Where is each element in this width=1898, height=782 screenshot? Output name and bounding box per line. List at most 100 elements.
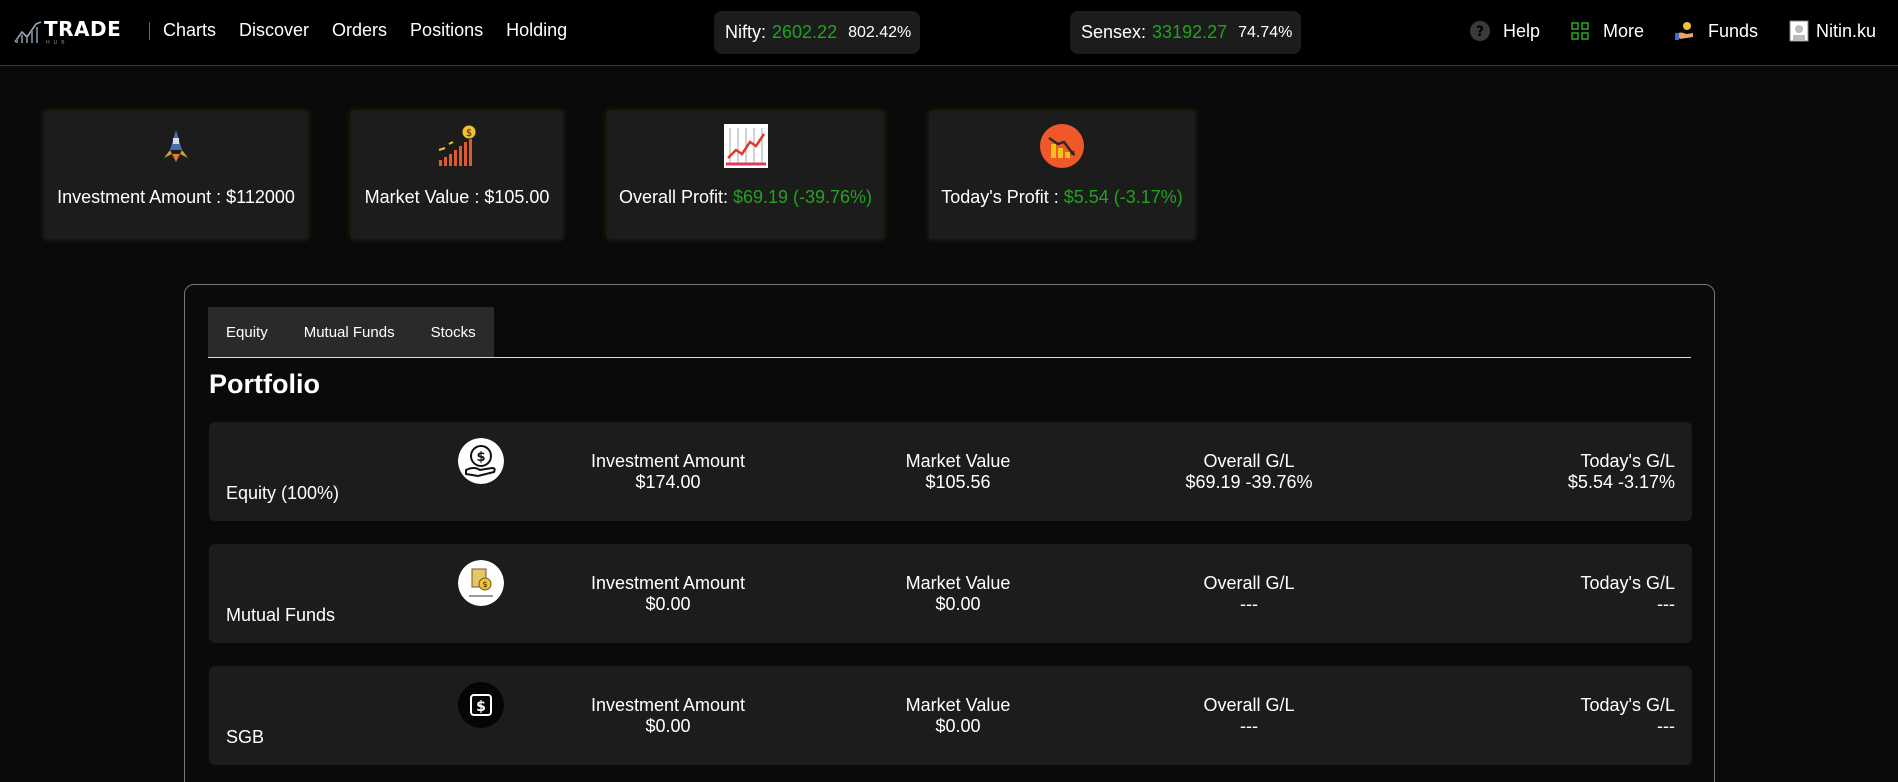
- overall-profit-text: Overall Profit: $69.19 (-39.76%): [607, 187, 884, 208]
- more-label: More: [1603, 20, 1645, 41]
- rocket-icon: [164, 130, 188, 162]
- row-name: SGB: [226, 727, 265, 747]
- portfolio-panel: Equity Mutual Funds Stocks Portfolio Equ…: [184, 284, 1715, 782]
- overall-profit-label: Overall Profit:: [618, 187, 733, 207]
- market-value-cell: Market Value $105.56: [843, 451, 1073, 493]
- nav-divider: [149, 22, 150, 40]
- svg-text:$: $: [476, 699, 486, 715]
- overall-gl-cell: Overall G/L ---: [1134, 573, 1364, 615]
- col-label: Overall G/L: [1203, 451, 1295, 471]
- col-value: $105.56: [925, 472, 991, 492]
- col-value: ---: [1240, 594, 1258, 614]
- todays-gl-cell: Today's G/L ---: [1445, 573, 1675, 615]
- brand-logo[interactable]: TRADE HUB: [14, 17, 122, 46]
- wallet-icon: [1674, 20, 1696, 42]
- portfolio-row-sgb[interactable]: SGB $ Investment Amount $0.00 Market Val…: [209, 666, 1692, 765]
- market-value-card: $ Market Value : $105.00: [351, 111, 563, 239]
- nifty-label: Nifty:: [725, 22, 767, 42]
- col-label: Overall G/L: [1203, 695, 1295, 715]
- market-value-text: Market Value : $105.00: [364, 187, 550, 207]
- help-icon: ?: [1469, 20, 1491, 42]
- todays-gl-cell: Today's G/L ---: [1445, 695, 1675, 737]
- overall-gl-cell: Overall G/L $69.19 -39.76%: [1134, 451, 1364, 493]
- col-label: Investment Amount: [590, 695, 746, 715]
- user-name: Nitin.ku: [1816, 20, 1877, 41]
- portfolio-tabs: Equity Mutual Funds Stocks: [208, 307, 494, 358]
- investment-amount-cell: Investment Amount $174.00: [553, 451, 783, 493]
- tab-stocks[interactable]: Stocks: [413, 324, 494, 341]
- sensex-value: 33192.27: [1152, 22, 1228, 42]
- col-value: $0.00: [645, 716, 691, 736]
- tab-mutual-funds[interactable]: Mutual Funds: [286, 324, 413, 341]
- nav-holding[interactable]: Holding: [506, 20, 567, 41]
- col-value: $0.00: [935, 594, 981, 614]
- svg-text:?: ?: [1476, 24, 1484, 40]
- avatar-icon: [1788, 20, 1810, 42]
- sensex-percent: 74.74%: [1238, 23, 1293, 41]
- investment-amount-text: Investment Amount : $112000: [57, 187, 295, 207]
- col-label: Market Value: [905, 451, 1011, 471]
- line-chart-icon: [723, 124, 768, 168]
- help-label: Help: [1503, 20, 1541, 41]
- col-value: ---: [1240, 716, 1258, 736]
- col-label: Today's G/L: [1580, 451, 1675, 471]
- main-nav: Charts Discover Orders Positions Holding: [163, 20, 567, 41]
- growth-bars-icon: $: [438, 124, 477, 166]
- portfolio-row-mutual-funds[interactable]: Mutual Funds $ Investment Amount $0.00 M…: [209, 544, 1692, 643]
- more-link[interactable]: More: [1569, 20, 1644, 42]
- sensex-ticker[interactable]: Sensex: 33192.27 74.74%: [1070, 11, 1301, 54]
- top-navbar: TRADE HUB Charts Discover Orders Positio…: [0, 0, 1898, 66]
- user-menu[interactable]: Nitin.ku: [1788, 20, 1876, 42]
- col-value: $174.00: [635, 472, 701, 492]
- nav-orders[interactable]: Orders: [332, 20, 387, 41]
- investment-amount-cell: Investment Amount $0.00: [553, 695, 783, 737]
- overall-profit-value: $69.19 (-39.76%): [732, 187, 873, 207]
- row-name: Equity (100%): [226, 483, 340, 503]
- portfolio-title: Portfolio: [209, 369, 320, 399]
- col-value: ---: [1657, 594, 1675, 614]
- nav-discover[interactable]: Discover: [239, 20, 309, 41]
- col-label: Investment Amount: [590, 451, 746, 471]
- nav-charts[interactable]: Charts: [163, 20, 216, 41]
- todays-profit-value: $5.54 (-3.17%): [1063, 187, 1183, 207]
- todays-gl-cell: Today's G/L $5.54 -3.17%: [1445, 451, 1675, 493]
- overall-gl-cell: Overall G/L ---: [1134, 695, 1364, 737]
- col-label: Today's G/L: [1580, 573, 1675, 593]
- todays-profit-card: Today's Profit : $5.54 (-3.17%): [929, 111, 1195, 239]
- overall-profit-card: Overall Profit: $69.19 (-39.76%): [607, 111, 884, 239]
- col-value: $5.54 -3.17%: [1567, 472, 1675, 492]
- investment-card: Investment Amount : $112000: [44, 111, 308, 239]
- col-label: Overall G/L: [1203, 573, 1295, 593]
- sensex-label: Sensex:: [1081, 22, 1147, 42]
- svg-text:$: $: [482, 580, 487, 589]
- portfolio-row-equity[interactable]: Equity (100%) $ Investment Amount $174.0…: [209, 422, 1692, 521]
- svg-text:$: $: [466, 128, 472, 139]
- col-label: Today's G/L: [1580, 695, 1675, 715]
- nav-positions[interactable]: Positions: [410, 20, 483, 41]
- col-label: Market Value: [905, 573, 1011, 593]
- col-label: Investment Amount: [590, 573, 746, 593]
- tab-equity[interactable]: Equity: [208, 324, 286, 341]
- col-label: Market Value: [905, 695, 1011, 715]
- col-value: $69.19 -39.76%: [1185, 472, 1313, 492]
- nifty-ticker[interactable]: Nifty: 2602.22 802.42%: [714, 11, 920, 54]
- col-value: ---: [1657, 716, 1675, 736]
- help-link[interactable]: ? Help: [1469, 20, 1540, 42]
- mutual-fund-icon: $: [458, 560, 504, 606]
- brand-sub: HUB: [46, 40, 69, 46]
- funds-label: Funds: [1708, 20, 1759, 41]
- loss-chart-icon: [1040, 124, 1084, 168]
- nifty-value: 2602.22: [772, 22, 838, 42]
- money-hand-icon: $: [458, 438, 504, 484]
- investment-amount-cell: Investment Amount $0.00: [553, 573, 783, 615]
- chart-logo-icon: [14, 21, 42, 43]
- tab-underline: [208, 357, 1691, 358]
- funds-link[interactable]: Funds: [1674, 20, 1758, 42]
- col-value: $0.00: [935, 716, 981, 736]
- row-name: Mutual Funds: [226, 605, 336, 625]
- svg-text:$: $: [476, 450, 485, 465]
- brand-name: TRADE: [44, 17, 122, 41]
- todays-profit-label: Today's Profit :: [941, 187, 1064, 207]
- market-value-cell: Market Value $0.00: [843, 573, 1073, 615]
- col-value: $0.00: [645, 594, 691, 614]
